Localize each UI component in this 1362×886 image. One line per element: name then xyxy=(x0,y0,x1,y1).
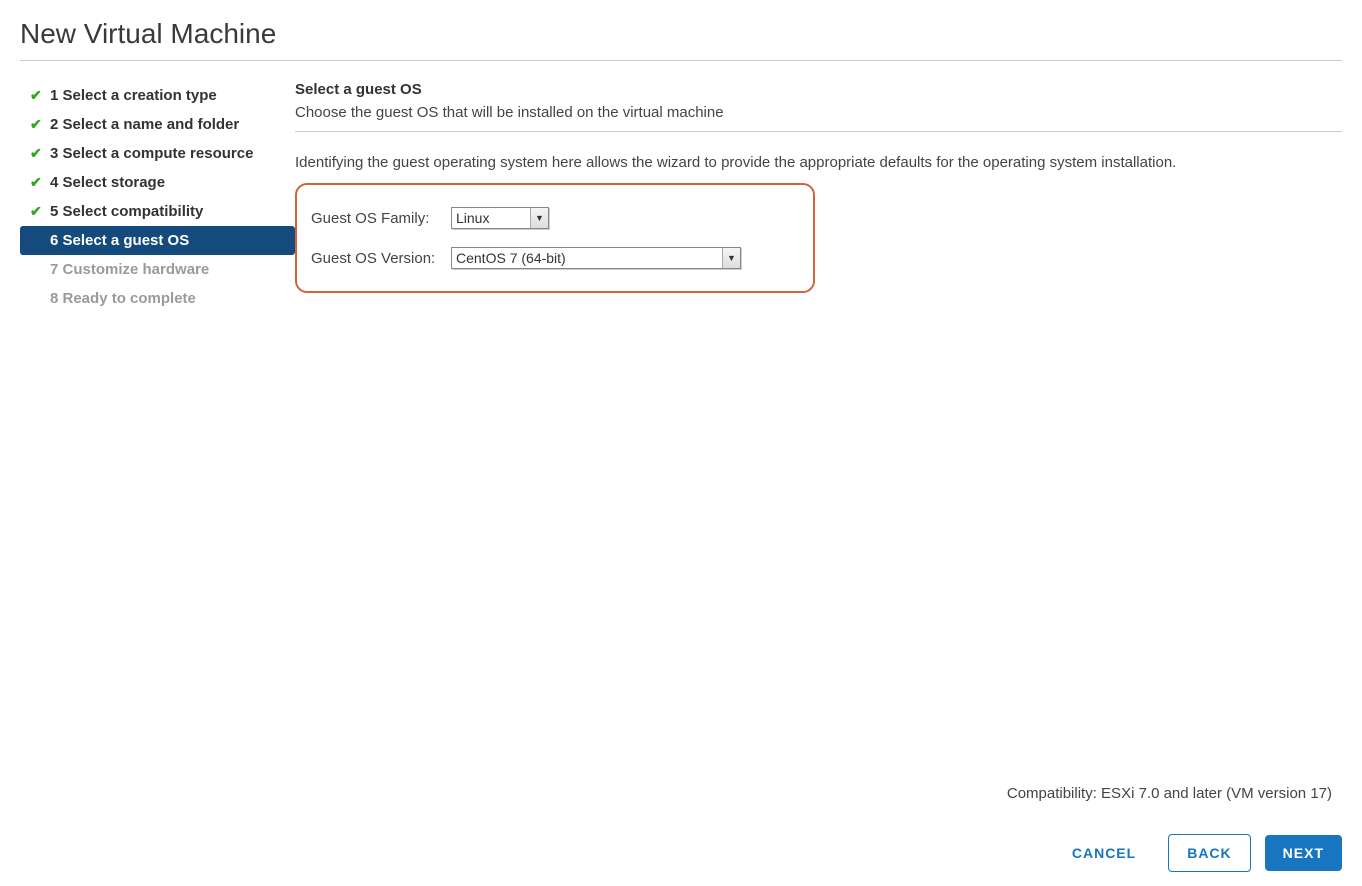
guest-os-family-row: Guest OS Family: Linux ▼ xyxy=(311,207,799,229)
check-icon: ✔ xyxy=(30,87,50,104)
step-label: 1 Select a creation type xyxy=(50,87,285,104)
check-icon: ✔ xyxy=(30,145,50,162)
guest-os-version-select[interactable]: CentOS 7 (64-bit) ▼ xyxy=(451,247,741,269)
step-label: 4 Select storage xyxy=(50,174,285,191)
step-storage[interactable]: ✔ 4 Select storage xyxy=(20,168,295,197)
step-name-folder[interactable]: ✔ 2 Select a name and folder xyxy=(20,110,295,139)
step-creation-type[interactable]: ✔ 1 Select a creation type xyxy=(20,81,295,110)
check-icon: ✔ xyxy=(30,116,50,133)
step-label: 8 Ready to complete xyxy=(50,290,285,307)
guest-os-version-row: Guest OS Version: CentOS 7 (64-bit) ▼ xyxy=(311,247,799,269)
select-value: Linux xyxy=(456,210,530,226)
panel-subtitle: Choose the guest OS that will be install… xyxy=(295,104,1342,121)
guest-os-version-label: Guest OS Version: xyxy=(311,250,451,267)
compatibility-info: Compatibility: ESXi 7.0 and later (VM ve… xyxy=(1007,785,1332,802)
cancel-button[interactable]: CANCEL xyxy=(1054,835,1154,871)
chevron-down-icon: ▼ xyxy=(530,208,548,228)
panel-description: Identifying the guest operating system h… xyxy=(295,154,1342,171)
step-guest-os[interactable]: ✔ 6 Select a guest OS xyxy=(20,226,295,255)
step-label: 2 Select a name and folder xyxy=(50,116,285,133)
back-button[interactable]: BACK xyxy=(1168,834,1250,872)
guest-os-family-select[interactable]: Linux ▼ xyxy=(451,207,549,229)
chevron-down-icon: ▼ xyxy=(722,248,740,268)
check-icon: ✔ xyxy=(30,174,50,191)
step-label: 6 Select a guest OS xyxy=(50,232,285,249)
wizard-sidebar: ✔ 1 Select a creation type ✔ 2 Select a … xyxy=(20,69,295,313)
divider xyxy=(20,60,1342,61)
content-area: ✔ 1 Select a creation type ✔ 2 Select a … xyxy=(0,69,1362,313)
next-button[interactable]: NEXT xyxy=(1265,835,1342,871)
guest-os-family-label: Guest OS Family: xyxy=(311,210,451,227)
panel-title: Select a guest OS xyxy=(295,81,1342,98)
guest-os-highlight: Guest OS Family: Linux ▼ Guest OS Versio… xyxy=(295,183,815,293)
main-panel: Select a guest OS Choose the guest OS th… xyxy=(295,69,1342,313)
step-compatibility[interactable]: ✔ 5 Select compatibility xyxy=(20,197,295,226)
dialog-title: New Virtual Machine xyxy=(0,0,1362,60)
step-label: 5 Select compatibility xyxy=(50,203,285,220)
divider xyxy=(295,131,1342,132)
select-value: CentOS 7 (64-bit) xyxy=(456,250,722,266)
step-label: 7 Customize hardware xyxy=(50,261,285,278)
step-customize-hardware: ✔ 7 Customize hardware xyxy=(20,255,295,284)
step-compute-resource[interactable]: ✔ 3 Select a compute resource xyxy=(20,139,295,168)
footer-buttons: CANCEL BACK NEXT xyxy=(1054,834,1342,872)
step-label: 3 Select a compute resource xyxy=(50,145,285,162)
step-ready-complete: ✔ 8 Ready to complete xyxy=(20,284,295,313)
check-icon: ✔ xyxy=(30,203,50,220)
